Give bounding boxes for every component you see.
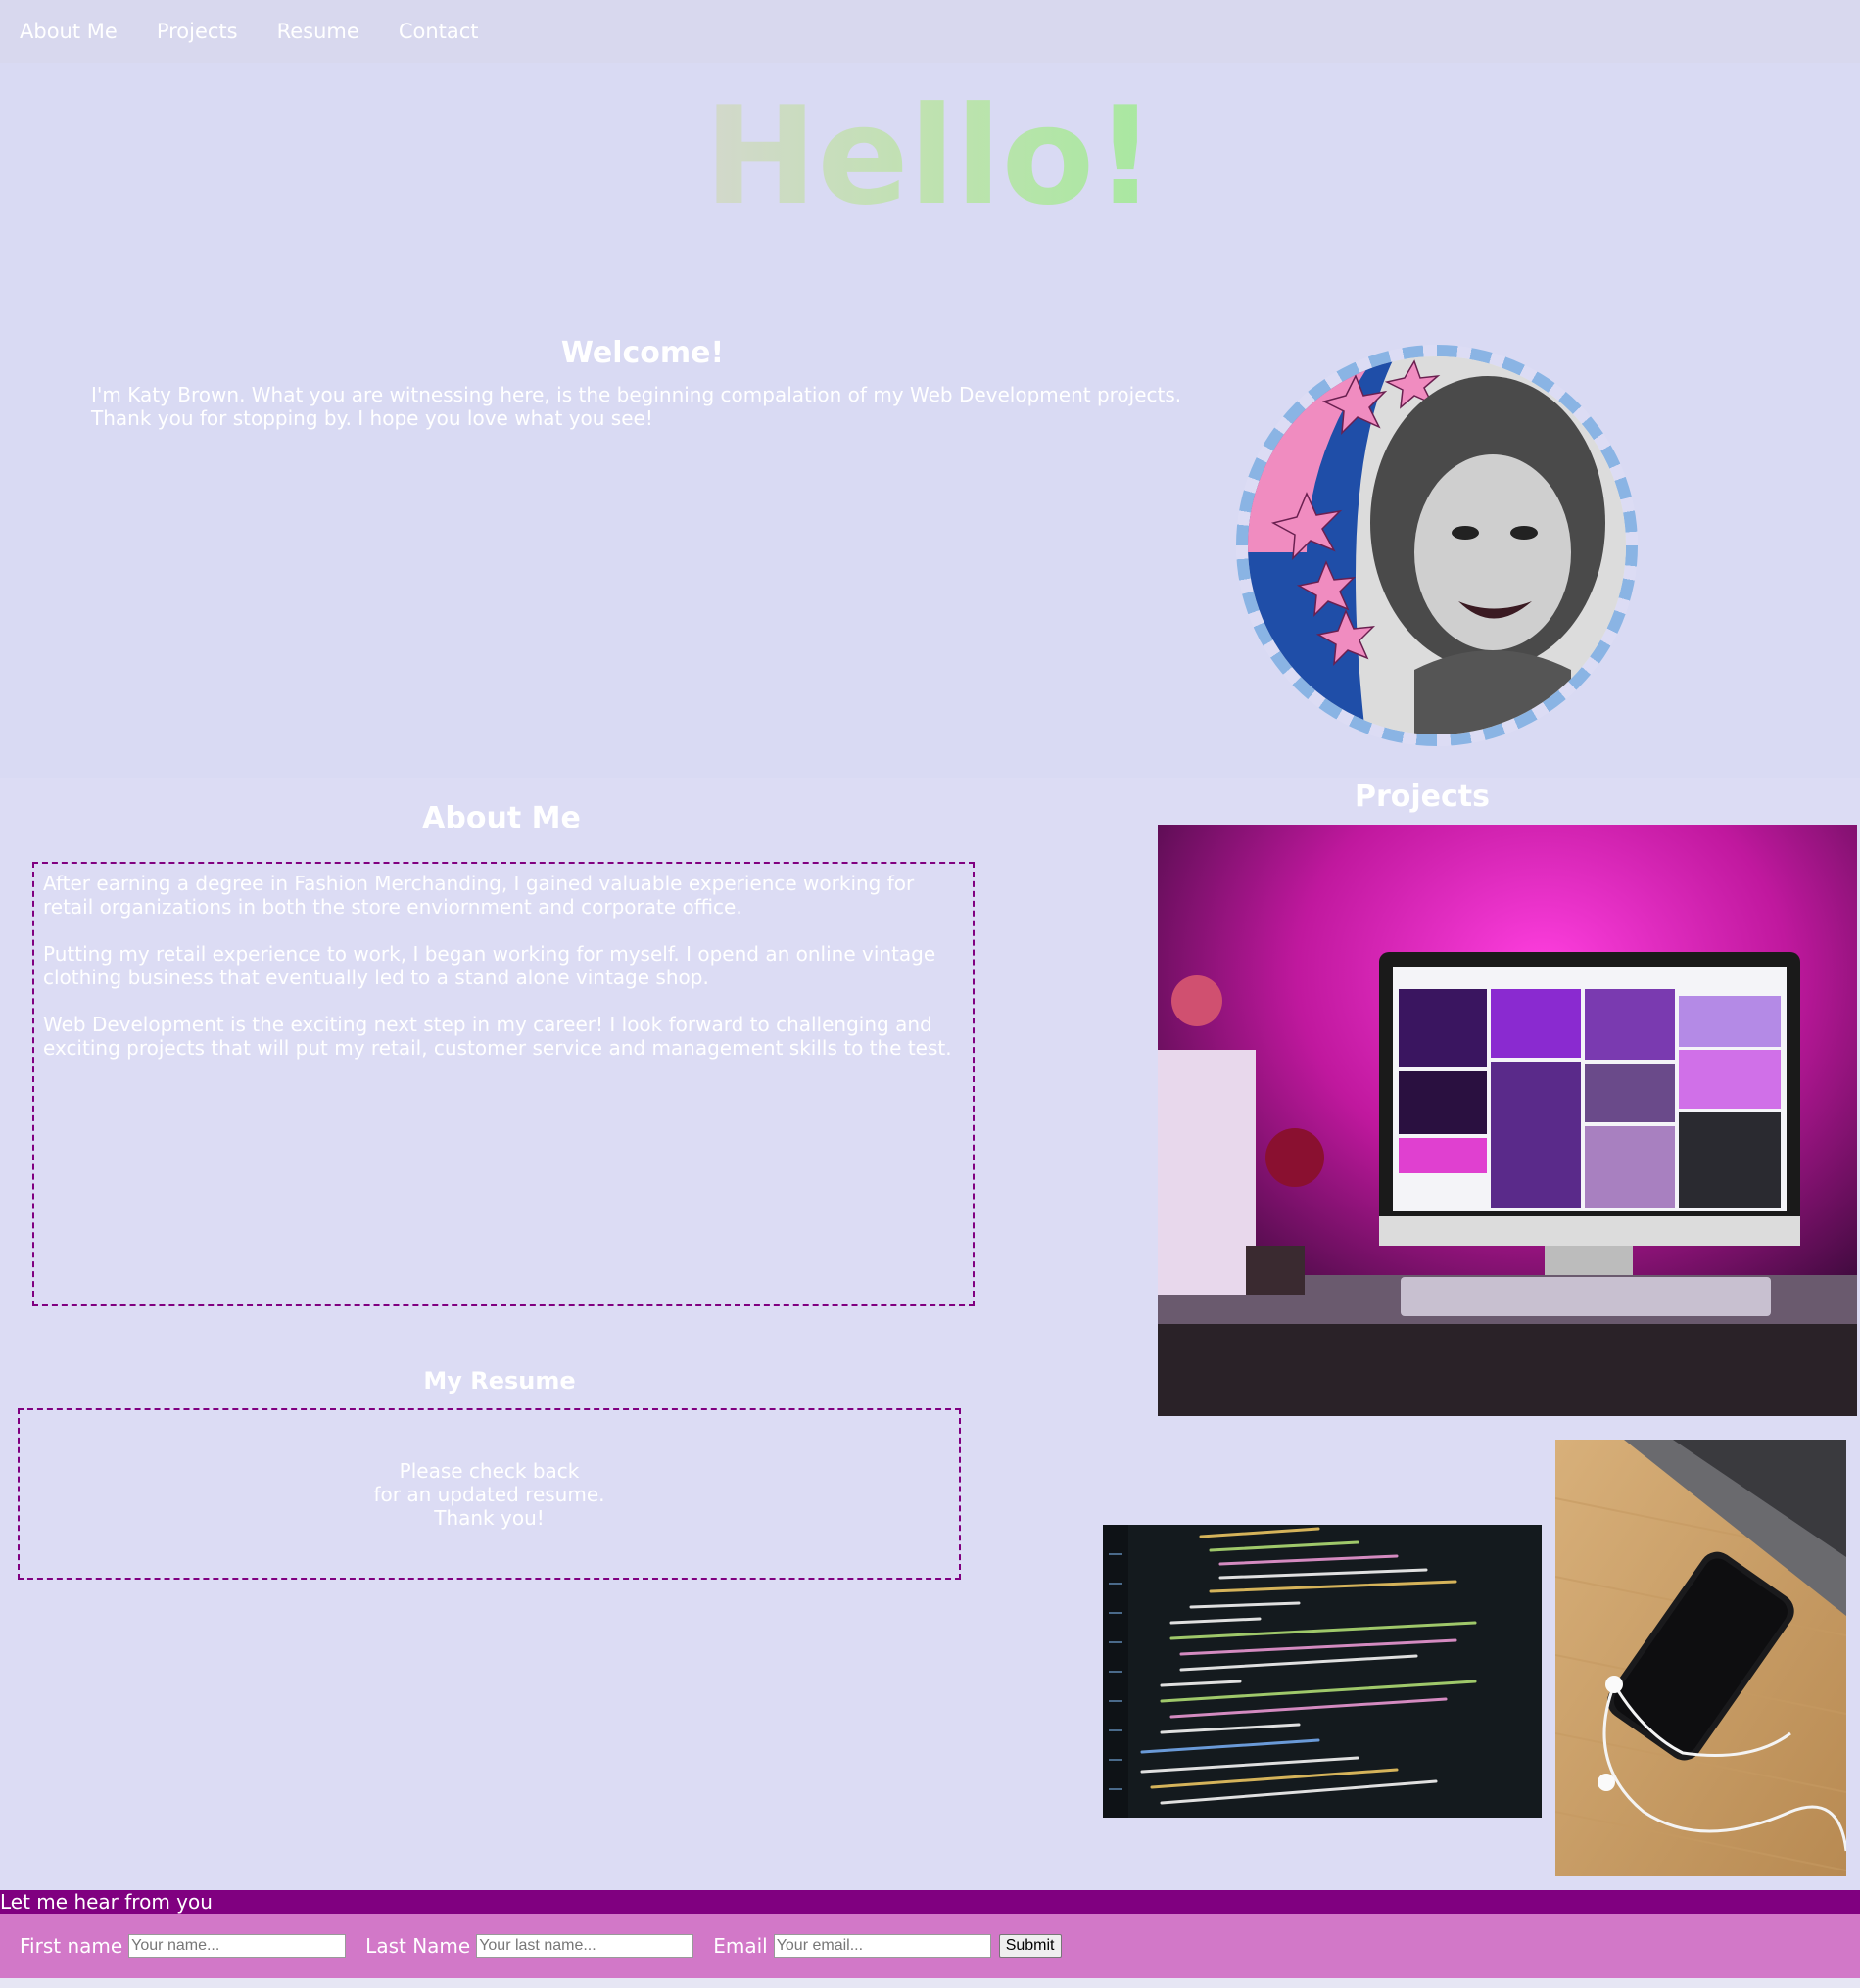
last-name-label: Last Name (365, 1934, 471, 1958)
first-name-label: First name (20, 1934, 123, 1958)
contact-heading: Let me hear from you (0, 1890, 1860, 1914)
email-field[interactable] (773, 1934, 991, 1958)
profile-photo (1248, 356, 1626, 734)
resume-line: Thank you! (434, 1505, 545, 1530)
nav-projects[interactable]: Projects (157, 0, 238, 63)
resume-heading: My Resume (423, 1367, 576, 1395)
project-image-phone[interactable] (1555, 1440, 1846, 1876)
first-name-field[interactable] (128, 1934, 347, 1958)
email-label: Email (713, 1934, 768, 1958)
resume-line: for an updated resume. (373, 1482, 605, 1506)
about-paragraph: Putting my retail experience to work, I … (43, 942, 936, 989)
nav-about-me[interactable]: About Me (20, 0, 118, 63)
contact-form: First name Last Name Email Submit (0, 1914, 1860, 1978)
nav-resume[interactable]: Resume (277, 0, 359, 63)
projects-heading: Projects (1354, 780, 1490, 814)
about-paragraph: After earning a degree in Fashion Mercha… (43, 872, 915, 919)
submit-button[interactable]: Submit (998, 1934, 1062, 1958)
about-paragraph: Web Development is the exciting next ste… (43, 1013, 952, 1060)
nav-contact[interactable]: Contact (399, 0, 479, 63)
about-heading: About Me (422, 801, 581, 835)
last-name-field[interactable] (476, 1934, 694, 1958)
project-image-code[interactable] (1103, 1525, 1542, 1818)
resume-line: Please check back (399, 1458, 580, 1483)
hero-title: Hello! (703, 77, 1157, 235)
project-image-desk[interactable] (1158, 825, 1857, 1416)
welcome-text: I'm Katy Brown. What you are witnessing … (91, 383, 1182, 430)
profile-avatar (1236, 345, 1638, 746)
welcome-heading: Welcome! (560, 336, 725, 370)
page-bottom-divider (0, 1978, 1860, 1988)
top-nav: About Me Projects Resume Contact (0, 0, 1860, 63)
resume-box: Please check back for an updated resume.… (18, 1408, 961, 1580)
about-box: After earning a degree in Fashion Mercha… (32, 862, 975, 1306)
